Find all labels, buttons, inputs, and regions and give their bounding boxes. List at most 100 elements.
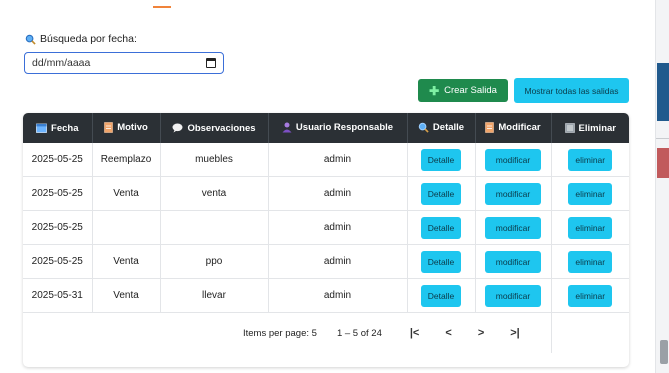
- paginator-nav: |< < > >|: [410, 327, 520, 339]
- modificar-button[interactable]: modificar: [485, 216, 541, 239]
- modificar-button[interactable]: modificar: [485, 148, 541, 171]
- col-usuario-label: Usuario Responsable: [295, 122, 394, 134]
- cell-usuario: admin: [268, 210, 408, 245]
- cell-fecha: 2025-05-31: [23, 278, 93, 313]
- col-usuario-header[interactable]: Usuario Responsable: [268, 113, 408, 143]
- show-all-exits-label: Mostrar todas las salidas: [524, 85, 619, 96]
- cell-observaciones: venta: [160, 176, 269, 211]
- cell-modificar: modificar: [475, 176, 552, 211]
- col-eliminar-label: Eliminar: [578, 122, 617, 134]
- col-motivo-header[interactable]: Motivo: [92, 113, 161, 143]
- document-edit-icon: [485, 122, 495, 134]
- cell-usuario: admin: [268, 278, 408, 313]
- cell-fecha: 2025-05-25: [23, 176, 93, 211]
- table-header-row: Fecha Motivo Observaciones Usuario Respo…: [23, 113, 629, 143]
- col-detalle-label: Detalle: [432, 122, 465, 134]
- calendar-icon[interactable]: [206, 58, 216, 68]
- detalle-button[interactable]: Detalle: [421, 284, 461, 307]
- cell-eliminar: eliminar: [551, 244, 629, 279]
- search-icon: [25, 34, 36, 45]
- cell-motivo: Venta: [92, 244, 161, 279]
- cell-modificar: modificar: [475, 278, 552, 313]
- cell-motivo: [92, 210, 161, 245]
- cell-eliminar: eliminar: [551, 176, 629, 211]
- cell-usuario: admin: [268, 143, 408, 177]
- first-page-icon[interactable]: |<: [410, 327, 420, 339]
- cell-detalle: Detalle: [407, 278, 476, 313]
- table-row: 2025-05-25 Venta venta admin Detalle mod…: [23, 176, 629, 211]
- cell-motivo: Venta: [92, 176, 161, 211]
- create-exit-button[interactable]: ✚ Crear Salida: [418, 79, 508, 102]
- detalle-button[interactable]: Detalle: [421, 148, 461, 171]
- cell-usuario: admin: [268, 244, 408, 279]
- eliminar-button[interactable]: eliminar: [568, 284, 613, 307]
- previous-page-icon[interactable]: <: [445, 327, 451, 339]
- date-search-input[interactable]: dd/mm/aaaa: [24, 52, 224, 74]
- cell-fecha: 2025-05-25: [23, 210, 93, 245]
- eliminar-button[interactable]: eliminar: [568, 148, 613, 171]
- table-row: 2025-05-25 Reemplazo muebles admin Detal…: [23, 143, 629, 177]
- user-icon: [282, 122, 292, 133]
- search-icon: [418, 123, 429, 134]
- cell-modificar: modificar: [475, 143, 552, 177]
- cell-fecha: 2025-05-25: [23, 143, 93, 177]
- cell-motivo: Venta: [92, 278, 161, 313]
- col-motivo-label: Motivo: [117, 122, 148, 134]
- cell-eliminar: eliminar: [551, 143, 629, 177]
- eliminar-button[interactable]: eliminar: [568, 216, 613, 239]
- modificar-button[interactable]: modificar: [485, 284, 541, 307]
- plus-icon: ✚: [429, 83, 440, 98]
- trash-icon: [564, 123, 575, 133]
- table-row: 2025-05-31 Venta llevar admin Detalle mo…: [23, 278, 629, 313]
- modificar-button[interactable]: modificar: [485, 182, 541, 205]
- col-modificar-label: Modificar: [498, 122, 541, 134]
- cell-detalle: Detalle: [407, 210, 476, 245]
- paginator-cell: Items per page: 5 1 – 5 of 24 |< < > >|: [23, 312, 552, 353]
- paginator: Items per page: 5 1 – 5 of 24 |< < > >|: [23, 327, 551, 339]
- col-observaciones-header[interactable]: Observaciones: [160, 113, 269, 143]
- cell-observaciones: llevar: [160, 278, 269, 313]
- cell-modificar: modificar: [475, 244, 552, 279]
- paginator-row: Items per page: 5 1 – 5 of 24 |< < > >|: [23, 312, 629, 353]
- exits-table-card: Fecha Motivo Observaciones Usuario Respo…: [23, 113, 629, 367]
- create-exit-label: Crear Salida: [444, 85, 497, 96]
- cell-detalle: Detalle: [407, 143, 476, 177]
- eliminar-button[interactable]: eliminar: [568, 182, 613, 205]
- next-page-icon[interactable]: >: [478, 327, 484, 339]
- date-search-label: Búsqueda por fecha:: [25, 33, 137, 45]
- detalle-button[interactable]: Detalle: [421, 216, 461, 239]
- cell-usuario: admin: [268, 176, 408, 211]
- cell-detalle: Detalle: [407, 244, 476, 279]
- modificar-button[interactable]: modificar: [485, 250, 541, 273]
- col-observaciones-label: Observaciones: [187, 122, 256, 134]
- page-range-label: 1 – 5 of 24: [336, 327, 382, 339]
- col-detalle-header[interactable]: Detalle: [407, 113, 476, 143]
- cell-detalle: Detalle: [407, 176, 476, 211]
- adjacent-divider: [656, 138, 669, 139]
- cell-observaciones: ppo: [160, 244, 269, 279]
- cell-eliminar: eliminar: [551, 278, 629, 313]
- cell-eliminar: eliminar: [551, 210, 629, 245]
- cell-motivo: Reemplazo: [92, 143, 161, 177]
- table-row: 2025-05-25 Venta ppo admin Detalle modif…: [23, 244, 629, 279]
- last-page-icon[interactable]: >|: [510, 327, 520, 339]
- exits-table: Fecha Motivo Observaciones Usuario Respo…: [23, 113, 629, 353]
- date-input-placeholder: dd/mm/aaaa: [32, 57, 91, 69]
- detalle-button[interactable]: Detalle: [421, 182, 461, 205]
- col-eliminar-header[interactable]: Eliminar: [551, 113, 629, 143]
- col-fecha-header[interactable]: Fecha: [23, 113, 93, 143]
- eliminar-button[interactable]: eliminar: [568, 250, 613, 273]
- adjacent-blue-block: [657, 63, 669, 121]
- calendar-icon: [36, 123, 47, 133]
- detalle-button[interactable]: Detalle: [421, 250, 461, 273]
- col-modificar-header[interactable]: Modificar: [475, 113, 552, 143]
- adjacent-scroll-thumb: [660, 340, 668, 364]
- show-all-exits-button[interactable]: Mostrar todas las salidas: [514, 78, 629, 103]
- date-search-label-text: Búsqueda por fecha:: [40, 33, 137, 45]
- adjacent-red-block: [657, 148, 669, 178]
- items-per-page-select[interactable]: 5: [312, 328, 317, 339]
- items-per-page-label: Items per page:: [243, 327, 310, 339]
- cell-fecha: 2025-05-25: [23, 244, 93, 279]
- cell-observaciones: [160, 210, 269, 245]
- cell-observaciones: muebles: [160, 143, 269, 177]
